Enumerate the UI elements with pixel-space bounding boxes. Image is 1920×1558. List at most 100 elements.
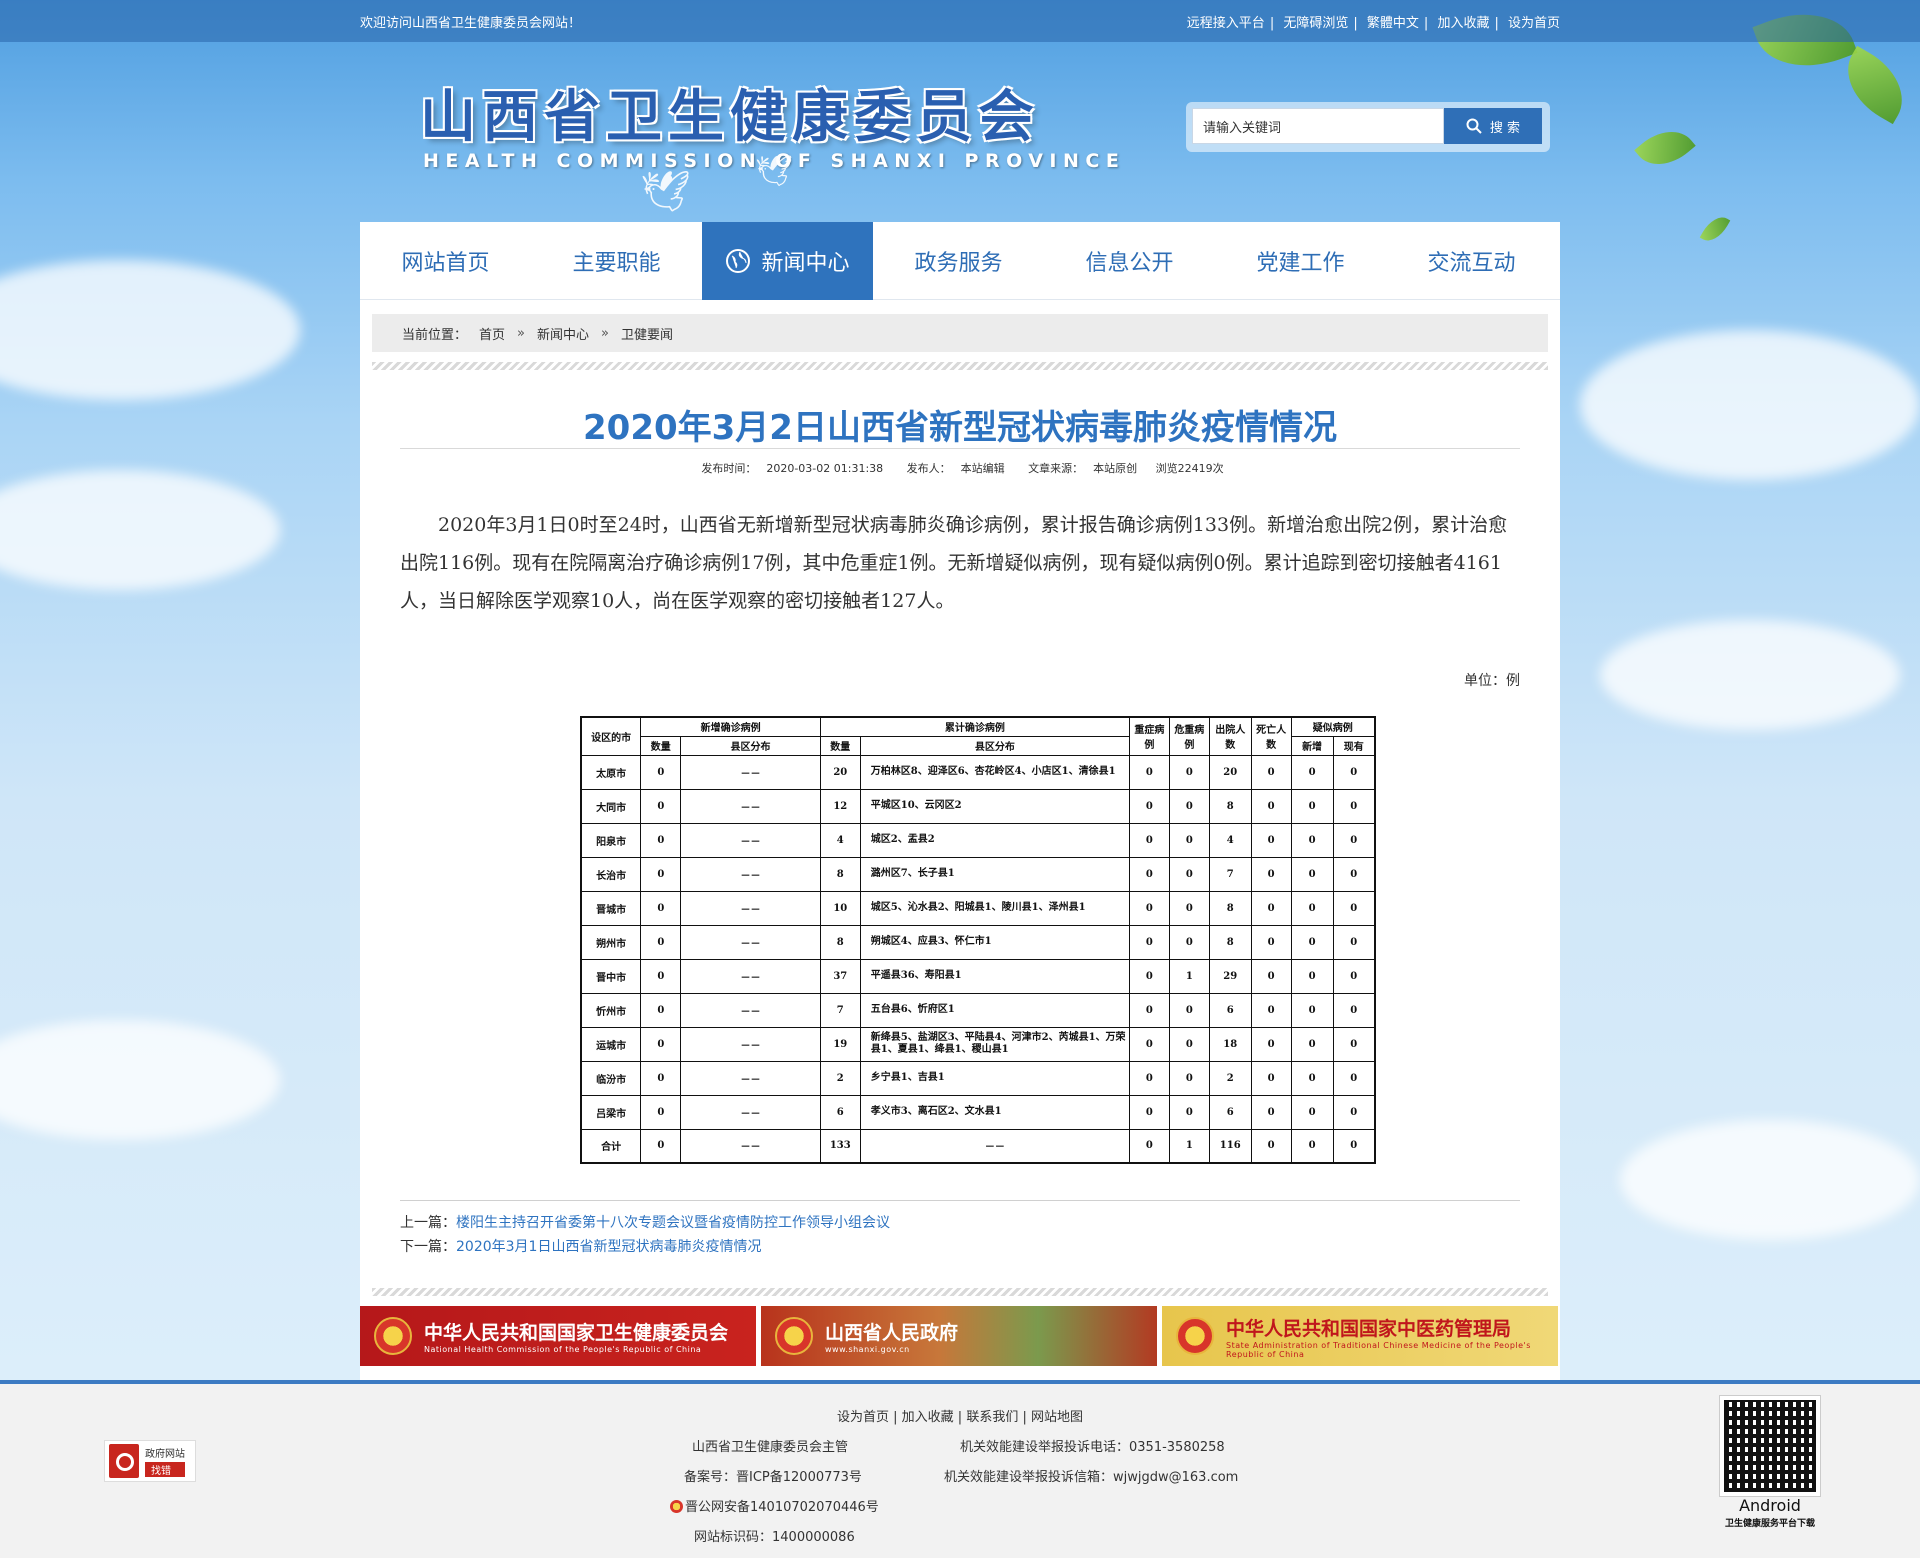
table-cell-cum: 7 xyxy=(819,992,861,1028)
table-cell-critical: 1 xyxy=(1168,958,1210,994)
top-link-remote[interactable]: 远程接入平台 xyxy=(1187,16,1265,31)
table-cell-cum: 20 xyxy=(819,754,861,790)
nav-label: 交流互动 xyxy=(1427,251,1516,276)
header-critical: 危重病例 xyxy=(1168,716,1210,756)
nav-disclosure[interactable]: 信息公开 xyxy=(1044,222,1215,300)
article-meta: 发布时间： 2020-03-02 01:31:38 发布人： 本站编辑 文章来源： 本… xyxy=(400,460,1520,476)
breadcrumb-current[interactable]: 卫健要闻 xyxy=(621,324,673,343)
header-new-confirmed: 新增确诊病例 xyxy=(640,716,821,737)
table-cell-new-dist: －－ xyxy=(680,788,821,824)
table-cell-city: 朔州市 xyxy=(580,924,642,960)
table-cell-s-cur: 0 xyxy=(1332,958,1376,994)
table-cell-discharged: 2 xyxy=(1208,1060,1252,1096)
footer-link-favorite[interactable]: 加入收藏 xyxy=(902,1410,954,1425)
gov-error-badge[interactable]: 政府网站 找错 xyxy=(104,1440,196,1482)
table-cell-severe: 0 xyxy=(1128,1060,1170,1096)
table-cell-cum: 19 xyxy=(819,1026,861,1062)
table-cell-critical: 0 xyxy=(1168,754,1210,790)
table-cell-city: 长治市 xyxy=(580,856,642,892)
prev-article-link[interactable]: 楼阳生主持召开省委第十八次专题会议暨省疫情防控工作领导小组会议 xyxy=(456,1215,890,1231)
header-count: 数量 xyxy=(819,735,861,756)
next-article-link[interactable]: 2020年3月1日山西省新型冠状病毒肺炎疫情情况 xyxy=(456,1239,761,1255)
banner-nhc[interactable]: 中华人民共和国国家卫生健康委员会 National Health Commissi… xyxy=(360,1306,756,1366)
top-link-homepage[interactable]: 设为首页 xyxy=(1508,16,1560,31)
banner-tcm[interactable]: 中华人民共和国国家中医药管理局 State Administration of T… xyxy=(1162,1306,1558,1366)
gov-badge-bottom: 找错 xyxy=(145,1462,185,1477)
breadcrumb-home[interactable]: 首页 xyxy=(479,324,505,343)
table-unit: 单位：例 xyxy=(1464,673,1520,689)
table-cell-critical: 0 xyxy=(1168,1060,1210,1096)
table-cell-cum: 10 xyxy=(819,890,861,926)
footer-police[interactable]: 晋公网安备14010702070446号 xyxy=(670,1496,879,1515)
table-cell-cum-dist: 五台县6、忻府区1 xyxy=(859,992,1130,1028)
globe-icon xyxy=(726,249,751,273)
table-cell-death: 0 xyxy=(1250,1094,1292,1130)
nav-services[interactable]: 政务服务 xyxy=(873,222,1044,300)
table-cell-cum-dist: 潞州区7、长子县1 xyxy=(859,856,1130,892)
national-emblem-icon xyxy=(374,1317,412,1355)
table-cell-discharged: 18 xyxy=(1208,1026,1252,1062)
site-logo-cn[interactable]: 山西省卫生健康委员会 xyxy=(420,72,1040,153)
table-cell-severe: 0 xyxy=(1128,1094,1170,1130)
cloud-decoration xyxy=(0,1020,280,1140)
table-cell-s-new: 0 xyxy=(1290,992,1334,1028)
national-emblem-icon xyxy=(775,1317,813,1355)
cloud-decoration xyxy=(1600,620,1900,730)
banner-shanxi-gov[interactable]: 山西省人民政府 www.shanxi.gov.cn xyxy=(761,1306,1157,1366)
divider xyxy=(372,1288,1548,1296)
nav-label: 党建工作 xyxy=(1256,251,1345,276)
table-cell-severe: 0 xyxy=(1128,890,1170,926)
breadcrumb: 当前位置： 首页 » 新闻中心 » 卫健要闻 xyxy=(372,314,1548,352)
header-discharged: 出院人数 xyxy=(1208,716,1252,756)
table-cell-s-new: 0 xyxy=(1290,890,1334,926)
nav-label: 网站首页 xyxy=(401,251,490,276)
breadcrumb-news[interactable]: 新闻中心 xyxy=(537,324,589,343)
top-link-favorite[interactable]: 加入收藏 xyxy=(1437,16,1489,31)
top-link-traditional[interactable]: 繁體中文 xyxy=(1367,16,1419,31)
nav-functions[interactable]: 主要职能 xyxy=(531,222,702,300)
header-cumulative-confirmed: 累计确诊病例 xyxy=(819,716,1130,737)
table-cell-discharged: 8 xyxy=(1208,924,1252,960)
table-cell-new-dist: －－ xyxy=(680,924,821,960)
nav-home[interactable]: 网站首页 xyxy=(360,222,531,300)
nav-party[interactable]: 党建工作 xyxy=(1215,222,1386,300)
table-cell-new: 0 xyxy=(640,890,682,926)
table-cell-new: 0 xyxy=(640,992,682,1028)
table-cell-cum-dist: 乡宁县1、吉县1 xyxy=(859,1060,1130,1096)
nav-news[interactable]: 新闻中心 xyxy=(702,222,873,300)
divider xyxy=(372,362,1548,370)
banner-subtitle: National Health Commission of the People… xyxy=(424,1345,702,1354)
footer-link-homepage[interactable]: 设为首页 xyxy=(837,1410,889,1425)
footer-link-sitemap[interactable]: 网站地图 xyxy=(1031,1410,1083,1425)
table-cell-discharged: 8 xyxy=(1208,788,1252,824)
search-button[interactable]: 搜 索 xyxy=(1444,108,1542,144)
table-cell-death: 0 xyxy=(1250,822,1292,858)
table-cell-s-new: 0 xyxy=(1290,924,1334,960)
footer-icp[interactable]: 备案号：晋ICP备12000773号 xyxy=(684,1466,862,1485)
footer-complaint-email: 机关效能建设举报投诉信箱：wjwjgdw@163.com xyxy=(944,1470,1239,1485)
table-cell-city: 合计 xyxy=(580,1128,642,1164)
table-cell-s-cur: 0 xyxy=(1332,822,1376,858)
banner-subtitle: State Administration of Traditional Chin… xyxy=(1226,1340,1531,1359)
nav-interaction[interactable]: 交流互动 xyxy=(1386,222,1557,300)
header-suspected-new: 新增 xyxy=(1290,735,1334,756)
table-cell-s-new: 0 xyxy=(1290,1060,1334,1096)
nav-label: 信息公开 xyxy=(1085,251,1174,276)
table-cell-s-new: 0 xyxy=(1290,822,1334,858)
table-cell-s-new: 0 xyxy=(1290,958,1334,994)
header-death: 死亡人数 xyxy=(1250,716,1292,756)
table-cell-death: 0 xyxy=(1250,1026,1292,1062)
search-input[interactable] xyxy=(1192,108,1444,144)
table-cell-s-cur: 0 xyxy=(1332,788,1376,824)
site-header: 山西省卫生健康委员会 HEALTH COMMISSION OF SHANXI P… xyxy=(360,42,1560,222)
welcome-text: 欢迎访问山西省卫生健康委员会网站！ xyxy=(360,15,582,31)
national-emblem-icon xyxy=(1176,1317,1214,1355)
meta-author-label: 发布人： xyxy=(906,462,951,475)
breadcrumb-label: 当前位置： xyxy=(402,327,468,343)
footer-link-contact[interactable]: 联系我们 xyxy=(966,1410,1018,1425)
table-cell-severe: 0 xyxy=(1128,924,1170,960)
top-link-accessibility[interactable]: 无障碍浏览 xyxy=(1283,16,1348,31)
cloud-decoration xyxy=(1580,330,1920,480)
table-cell-severe: 0 xyxy=(1128,958,1170,994)
breadcrumb-separator: » xyxy=(517,325,525,341)
